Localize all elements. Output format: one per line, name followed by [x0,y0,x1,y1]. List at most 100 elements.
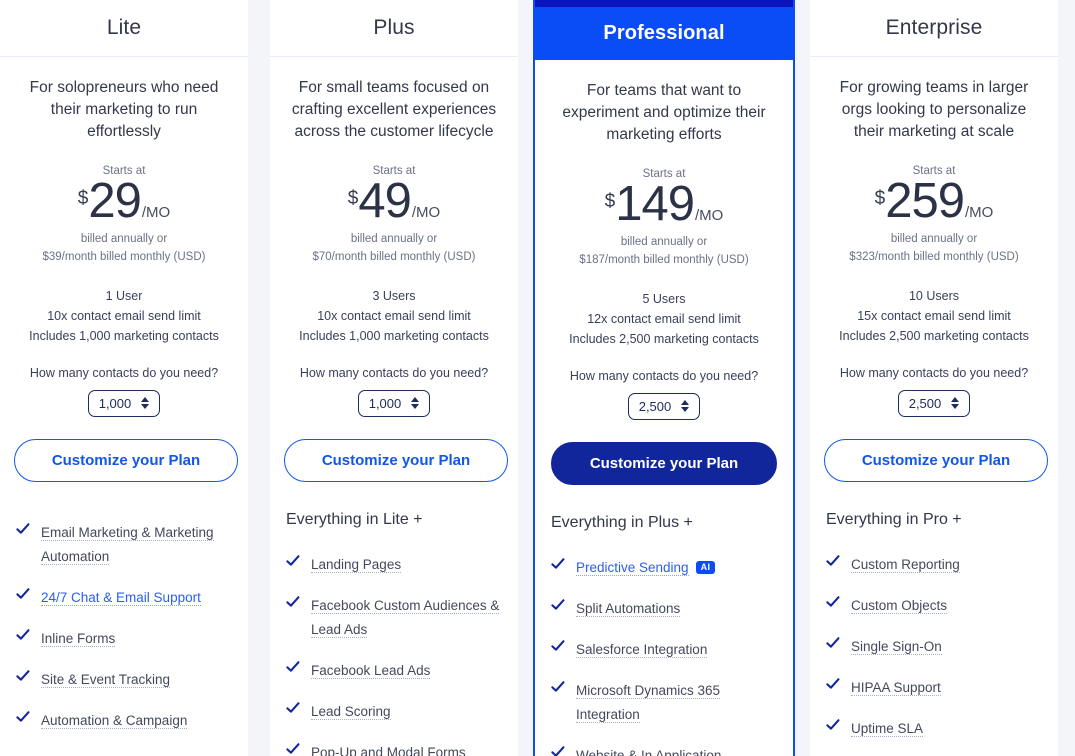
stepper-increment-icon[interactable] [141,397,150,403]
contacts-quantity-stepper[interactable]: 1,000 [87,389,161,417]
customize-your-plan-button[interactable]: Customize your Plan [824,438,1048,482]
check-icon [16,628,30,646]
feature-text-wrap: HIPAA Support [851,676,1044,700]
feature-text-wrap: Predictive Sending AI [576,556,779,580]
feature-list: Predictive Sending AI Split Automations Sal… [549,556,779,756]
stepper-arrows[interactable] [411,397,420,410]
feature-text-wrap: Website & In Application [576,744,779,756]
feature-text-wrap: Salesforce Integration [576,638,779,662]
price-row: $ 29 /MO [14,175,234,228]
feature-label: Facebook Lead Ads [311,662,431,679]
check-icon [826,554,840,572]
stepper-increment-icon[interactable] [411,397,420,403]
plan-tagline: For solopreneurs who need their marketin… [29,79,219,140]
contacts-quantity-value: 1,000 [98,395,132,411]
plan-spec: Includes 2,500 marketing contacts [839,328,1029,343]
feature-item: Pop-Up and Modal Forms [286,741,504,756]
feature-text-wrap: Custom Reporting [851,553,1044,577]
billing-note: billed annually or $70/month billed mont… [284,230,504,266]
feature-item: Site & Event Tracking [16,668,234,692]
plan-name: Lite [106,16,142,39]
feature-text-wrap: Split Automations [576,597,779,621]
feature-item: Custom Objects [826,594,1044,618]
stepper-decrement-icon[interactable] [951,404,960,410]
customize-your-plan-button[interactable]: Customize your Plan [284,438,508,482]
plan-card-professional: Professional For teams that want to expe… [533,0,795,756]
plan-header: Enterprise [810,0,1058,57]
stepper-arrows[interactable] [141,397,150,410]
feature-link[interactable]: Predictive Sending [576,559,689,576]
billing-note-line-1: billed annually or [80,232,168,245]
feature-label: Website & In Application [576,747,722,756]
feature-label: Pop-Up and Modal Forms [311,744,466,756]
price-row: $ 49 /MO [284,175,504,228]
price-currency-symbol: $ [347,188,359,209]
stepper-arrows[interactable] [681,400,690,413]
ai-badge: AI [695,560,716,574]
customize-your-plan-button[interactable]: Customize your Plan [551,441,777,485]
plan-spec: 10x contact email send limit [47,308,201,323]
stepper-increment-icon[interactable] [951,397,960,403]
plan-card-lite: Lite For solopreneurs who need their mar… [0,0,248,756]
feature-label: Landing Pages [311,556,402,573]
price-amount: 29 [88,174,142,228]
check-icon [551,639,565,657]
feature-link[interactable]: 24/7 Chat & Email Support [41,589,201,606]
plan-spec: 3 Users [372,288,416,303]
feature-item: Custom Reporting [826,553,1044,577]
billing-note-line-2: $187/month billed monthly (USD) [579,253,749,266]
plan-spec: 10 Users [908,288,960,303]
contacts-quantity-stepper[interactable]: 2,500 [627,392,701,420]
feature-label: Inline Forms [41,630,116,647]
feature-label: Microsoft Dynamics 365 Integration [576,682,721,723]
plan-spec: Includes 1,000 marketing contacts [299,328,489,343]
plan-body: For teams that want to experiment and op… [535,60,793,756]
stepper-decrement-icon[interactable] [411,404,420,410]
everything-in-label: Everything in Lite + [286,510,423,528]
price-currency-symbol: $ [77,188,89,209]
contacts-quantity-stepper[interactable]: 2,500 [897,389,971,417]
feature-text-wrap: Single Sign-On [851,635,1044,659]
price-period: /MO [141,204,171,221]
plan-spec: 12x contact email send limit [587,311,741,326]
check-icon [286,554,300,572]
plan-tagline: For small teams focused on crafting exce… [291,79,497,140]
plan-header: Professional [535,0,793,60]
billing-note-line-2: $39/month billed monthly (USD) [42,250,206,263]
feature-text-wrap: 24/7 Chat & Email Support [41,586,234,610]
feature-item: Single Sign-On [826,635,1044,659]
feature-label: HIPAA Support [851,679,941,696]
check-icon [16,522,30,540]
check-icon [286,701,300,719]
plan-specs: 5 Users 12x contact email send limit Inclu… [549,289,779,349]
stepper-arrows[interactable] [951,397,960,410]
feature-item: Inline Forms [16,627,234,651]
customize-your-plan-button[interactable]: Customize your Plan [14,438,238,482]
plan-spec: 1 User [105,288,143,303]
price-period: /MO [411,204,441,221]
stepper-increment-icon[interactable] [681,400,690,406]
plan-body: For growing teams in larger orgs looking… [810,57,1058,756]
plan-card-enterprise: Enterprise For growing teams in larger o… [810,0,1058,756]
plan-card-plus: Plus For small teams focused on crafting… [270,0,518,756]
check-icon [551,598,565,616]
check-icon [16,669,30,687]
feature-item: Microsoft Dynamics 365 Integration [551,679,779,727]
plan-spec: 5 Users [642,291,686,306]
stepper-decrement-icon[interactable] [141,404,150,410]
plan-specs: 3 Users 10x contact email send limit Inclu… [284,286,504,346]
check-icon [286,595,300,613]
feature-list: Custom Reporting Custom Objects Single Sig… [824,553,1044,741]
contacts-question-label: How many contacts do you need? [569,368,759,383]
feature-label: Automation & Campaign [41,712,188,729]
plan-tagline: For teams that want to experiment and op… [562,82,766,143]
billing-note-line-1: billed annually or [620,235,708,248]
feature-item: Lead Scoring [286,700,504,724]
contacts-question-label: How many contacts do you need? [839,365,1029,380]
plan-body: For small teams focused on crafting exce… [270,57,518,756]
price-row: $ 149 /MO [549,178,779,231]
feature-text-wrap: Site & Event Tracking [41,668,234,692]
stepper-decrement-icon[interactable] [681,407,690,413]
plan-name: Enterprise [885,16,983,39]
contacts-quantity-stepper[interactable]: 1,000 [357,389,431,417]
